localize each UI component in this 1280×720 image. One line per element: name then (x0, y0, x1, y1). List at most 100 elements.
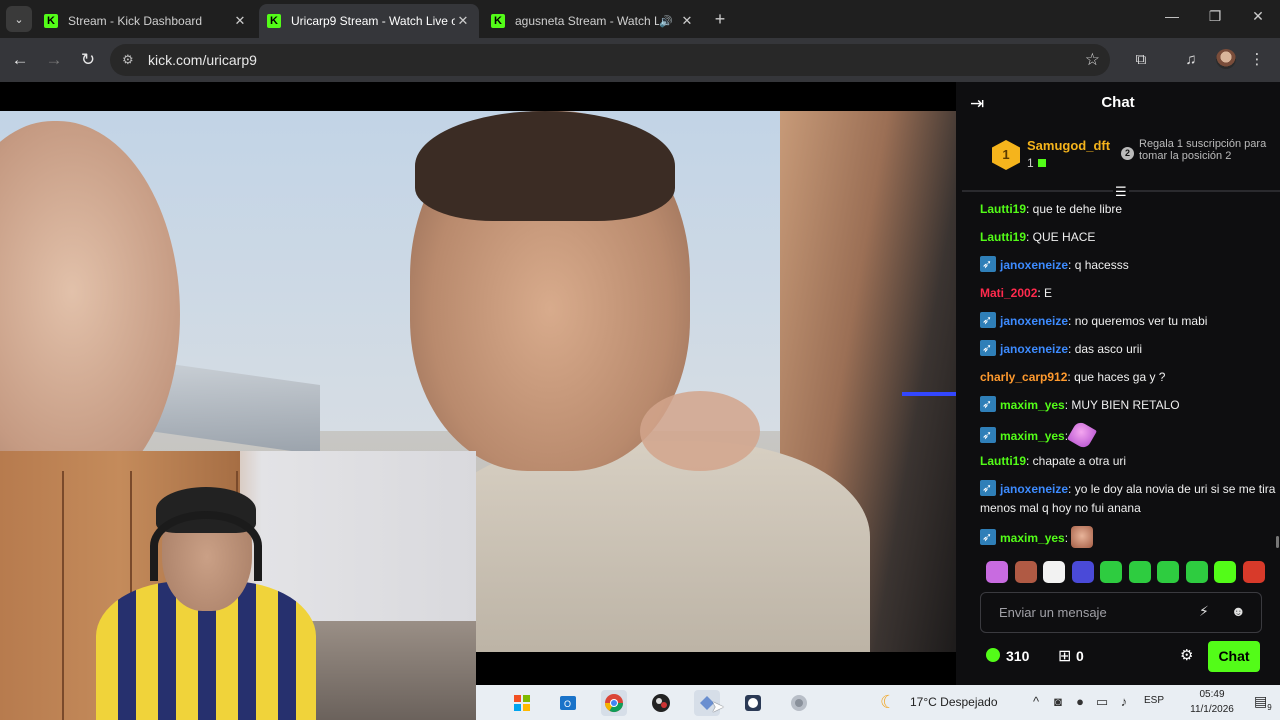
emote-icon[interactable] (1242, 561, 1265, 583)
weather-text[interactable]: 17°C Despejado (910, 695, 998, 709)
chat-username[interactable]: Lautti19 (980, 230, 1026, 244)
app-icon[interactable] (786, 690, 812, 716)
emote-icon[interactable] (1128, 561, 1151, 583)
chat-input[interactable]: Enviar un mensaje ⚡ ☻ (980, 592, 1262, 633)
video-hair (415, 111, 675, 221)
send-chat-button[interactable]: Chat (1208, 641, 1260, 672)
headset-icon (150, 511, 262, 581)
notifications-count: 9 (1267, 702, 1272, 712)
back-button[interactable]: ← (8, 48, 32, 72)
notifications-icon[interactable]: ▤9 (1254, 693, 1272, 712)
subscriber-badge-icon (980, 395, 996, 414)
emoji-icon[interactable]: ☻ (1231, 603, 1246, 619)
chat-message: charly_carp912: que haces ga y ? (980, 368, 1276, 387)
tab-search-button[interactable]: ⌄ (6, 6, 32, 32)
subscriber-badge-icon (980, 426, 996, 445)
gifter-username[interactable]: Samugod_dft (1027, 138, 1110, 153)
restore-button[interactable]: ❐ (1205, 8, 1225, 25)
chrome-app-icon[interactable] (601, 690, 627, 716)
address-bar[interactable]: ⚙ kick.com/uricarp9 ☆ (110, 44, 1110, 76)
chat-text: : MUY BIEN RETALO (1064, 398, 1180, 412)
emote-picker-icon[interactable]: ⚡ (1199, 603, 1209, 620)
close-icon[interactable]: ✕ (455, 13, 471, 29)
chat-username[interactable]: maxim_yes (1000, 398, 1065, 412)
chat-message: Lautti19: chapate a otra uri (980, 452, 1276, 471)
emote-icon[interactable] (1071, 561, 1094, 583)
chat-input-placeholder: Enviar un mensaje (999, 605, 1107, 620)
tab-kick-dashboard[interactable]: K Stream - Kick Dashboard ✕ (36, 4, 256, 38)
top-gifter-banner[interactable]: 1 Samugod_dft 1 2 Regala 1 suscripción p… (992, 138, 1272, 178)
chat-username[interactable]: Lautti19 (980, 202, 1026, 216)
chevron-up-icon[interactable]: ^ (1028, 694, 1044, 709)
app-icon[interactable] (740, 690, 766, 716)
media-controls-icon[interactable]: ♫ (1180, 49, 1202, 71)
gift-prompt: Regala 1 suscripción para tomar la posic… (1139, 138, 1267, 162)
bookmark-star-icon[interactable]: ☆ (1085, 50, 1100, 70)
microphone-icon[interactable]: ● (1072, 694, 1088, 709)
chat-username[interactable]: janoxeneize (1000, 342, 1068, 356)
chat-username[interactable]: janoxeneize (1000, 258, 1068, 272)
tab-agusneta-stream[interactable]: K agusneta Stream - Watch Li 🔊 ✕ (483, 4, 703, 38)
chat-text: : q hacesss (1068, 258, 1129, 272)
emote-icon[interactable] (1014, 561, 1037, 583)
emote-icon[interactable] (1185, 561, 1208, 583)
settings-icon[interactable]: ⚙ (1180, 646, 1193, 664)
gift-box-icon[interactable]: ⊞ (1058, 646, 1071, 666)
emote-icon[interactable] (1100, 561, 1122, 583)
minimize-button[interactable]: — (1162, 8, 1182, 24)
points-count[interactable]: 310 (1006, 648, 1029, 664)
site-info-icon[interactable]: ⚙ (122, 52, 138, 68)
new-tab-button[interactable]: + (710, 9, 730, 30)
emote-icon[interactable] (1214, 561, 1236, 583)
chat-title: Chat (1101, 94, 1135, 111)
url-text: kick.com/uricarp9 (148, 52, 257, 68)
volume-icon[interactable]: ♪ (1116, 694, 1132, 709)
store-app-icon[interactable] (509, 690, 535, 716)
video-light-strip (902, 392, 956, 396)
chat-username[interactable]: maxim_yes (1000, 429, 1065, 443)
chat-message: maxim_yes: (980, 526, 1276, 548)
emote-icon[interactable] (986, 561, 1008, 583)
tab-title: Uricarp9 Stream - Watch Live o (291, 14, 455, 28)
subscriber-badge-icon (980, 311, 996, 330)
speaker-icon[interactable]: 🔊 (659, 15, 673, 28)
chat-message: janoxeneize: no queremos ver tu mabi (980, 311, 1276, 331)
chat-username[interactable]: maxim_yes (1000, 531, 1065, 545)
chat-username[interactable]: charly_carp912 (980, 370, 1067, 384)
clock[interactable]: 05:49 11/1/2026 (1180, 687, 1244, 717)
gifts-count[interactable]: 0 (1076, 648, 1084, 664)
network-icon[interactable]: ▭ (1094, 694, 1110, 710)
chat-text: : que haces ga y ? (1067, 370, 1166, 384)
close-icon[interactable]: ✕ (679, 13, 695, 29)
gift-count: 1 (1027, 156, 1046, 170)
emote-icon[interactable] (1043, 561, 1065, 583)
mouse-cursor-icon: ➤ (711, 699, 725, 716)
chat-username[interactable]: janoxeneize (1000, 482, 1068, 496)
video-hand (640, 391, 760, 471)
chat-username[interactable]: Lautti19 (980, 454, 1026, 468)
camera-icon[interactable]: ◙ (1050, 694, 1066, 709)
forward-button[interactable]: → (42, 48, 66, 72)
profile-avatar[interactable] (1216, 49, 1236, 69)
chat-username[interactable]: janoxeneize (1000, 314, 1068, 328)
chat-message: janoxeneize: q hacesss (980, 255, 1276, 275)
subscriber-badge-icon (980, 255, 996, 274)
extensions-icon[interactable]: ⧉ (1130, 49, 1152, 71)
close-icon[interactable]: ✕ (232, 13, 248, 29)
cam-door-line (62, 471, 64, 720)
subscriber-badge-icon (980, 479, 996, 498)
chat-username[interactable]: Mati_2002 (980, 286, 1037, 300)
chat-panel: ⇥ Chat 1 Samugod_dft 1 2 Regala 1 suscri… (956, 82, 1280, 685)
emote-icon[interactable] (1157, 561, 1179, 583)
moon-icon[interactable]: ☾ (880, 692, 896, 713)
chat-scrollbar[interactable] (1276, 536, 1279, 548)
outlook-app-icon[interactable]: O (555, 690, 581, 716)
obs-app-icon[interactable] (648, 690, 674, 716)
close-window-button[interactable]: ✕ (1248, 8, 1268, 25)
points-icon[interactable] (986, 648, 1000, 662)
reload-button[interactable]: ↻ (76, 48, 100, 72)
language-indicator[interactable]: ESP (1144, 695, 1164, 706)
tab-uricarp9-stream[interactable]: K Uricarp9 Stream - Watch Live o ✕ (259, 4, 479, 38)
filter-icon[interactable]: ☰ (1113, 184, 1129, 200)
menu-icon[interactable]: ⋮ (1246, 49, 1268, 71)
